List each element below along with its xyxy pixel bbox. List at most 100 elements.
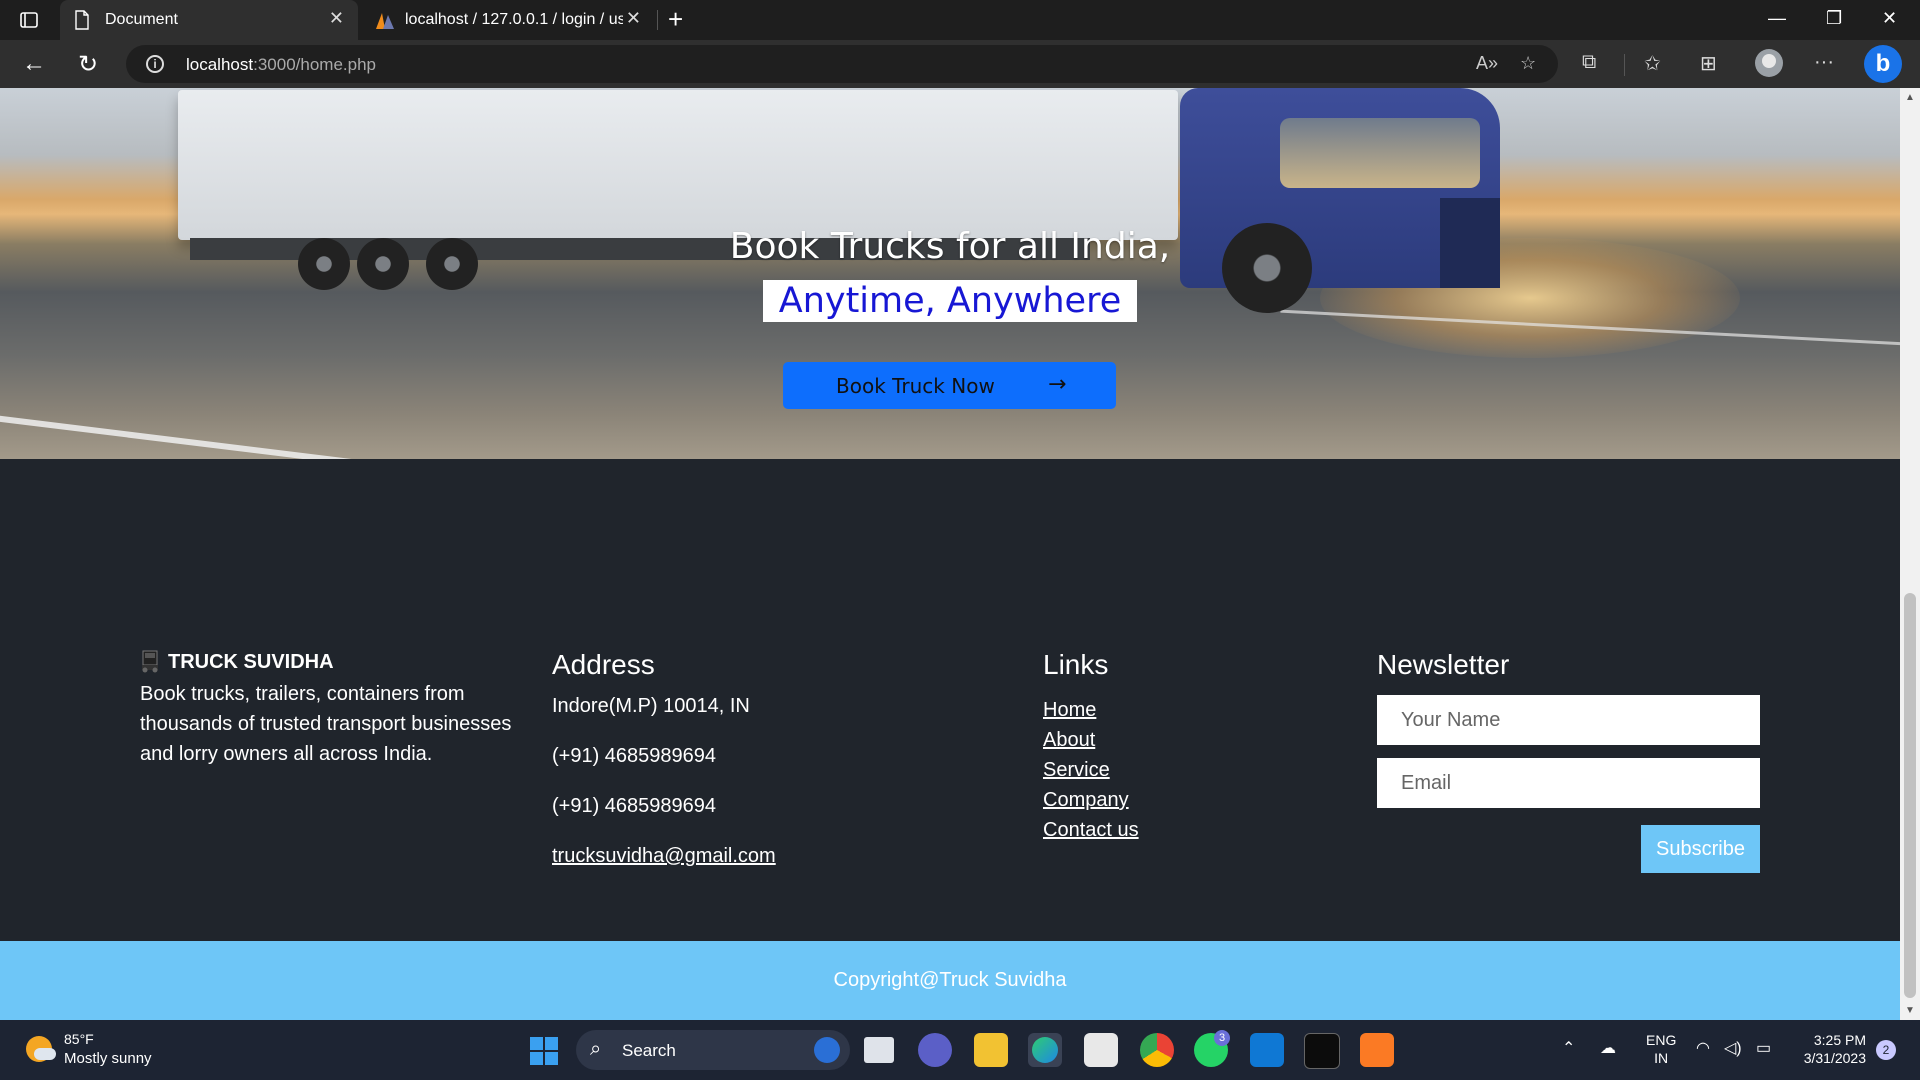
taskbar-search[interactable]: ⌕ Search xyxy=(576,1030,850,1070)
tab-title: Document xyxy=(105,11,178,28)
toolbar-separator xyxy=(1624,54,1625,76)
new-tab-icon[interactable]: + xyxy=(668,4,683,35)
address-bar[interactable]: i localhost:3000/home.php A» ☆ xyxy=(126,45,1558,83)
scrollbar-thumb[interactable] xyxy=(1904,593,1916,998)
copyright-bar: Copyright@Truck Suvidha xyxy=(0,941,1900,1020)
clock-date: 3/31/2023 xyxy=(1803,1050,1866,1066)
volume-icon[interactable]: ◁) xyxy=(1724,1038,1742,1058)
restore-icon[interactable]: ❐ xyxy=(1826,8,1842,29)
footer-links: Links Home About Service Company Contact… xyxy=(1043,649,1139,845)
copyright-text: Copyright@Truck Suvidha xyxy=(833,969,1067,991)
scroll-up-icon[interactable]: ▲ xyxy=(1905,92,1915,103)
close-icon[interactable]: ✕ xyxy=(329,8,344,29)
hero-title: Book Trucks for all India, xyxy=(729,226,1171,267)
scroll-down-icon[interactable]: ▼ xyxy=(1905,1005,1915,1016)
chevron-up-icon[interactable]: ⌃ xyxy=(1562,1038,1575,1058)
tab-separator xyxy=(657,10,658,30)
truck-trailer-image xyxy=(178,90,1178,240)
more-options-icon[interactable]: ··· xyxy=(1814,51,1834,74)
window-close-icon[interactable]: ✕ xyxy=(1882,8,1897,29)
chrome-icon[interactable] xyxy=(1140,1033,1174,1067)
address-heading: Address xyxy=(552,649,655,680)
link-company[interactable]: Company xyxy=(1043,785,1139,815)
email-link[interactable]: trucksuvidha@gmail.com xyxy=(552,845,776,867)
truck-logo-icon xyxy=(142,650,158,673)
brand-description: Book trucks, trailers, containers from t… xyxy=(140,683,512,765)
link-about[interactable]: About xyxy=(1043,725,1139,755)
favorites-icon[interactable]: ✩ xyxy=(1644,51,1661,76)
email-input[interactable] xyxy=(1377,758,1760,808)
refresh-icon[interactable]: ↻ xyxy=(78,50,98,79)
whatsapp-badge: 3 xyxy=(1214,1030,1230,1046)
truck-window-image xyxy=(1280,118,1480,188)
footer-newsletter: Newsletter Subscribe xyxy=(1377,649,1760,873)
address-phone: (+91) 4685989694 xyxy=(552,745,717,767)
close-icon[interactable]: ✕ xyxy=(626,8,641,29)
address-location: Indore(M.P) 10014, IN xyxy=(552,695,750,717)
phpmyadmin-icon xyxy=(376,13,394,29)
newsletter-heading: Newsletter xyxy=(1377,649,1510,680)
clock-time: 3:25 PM xyxy=(1813,1032,1866,1048)
hero-subtitle: Anytime, Anywhere xyxy=(763,280,1137,322)
arrow-right-icon: → xyxy=(1048,372,1067,397)
bing-copilot-icon[interactable]: b xyxy=(1864,45,1902,83)
page-viewport: Book Trucks for all India, Anytime, Anyw… xyxy=(0,88,1900,1020)
microsoft-store-icon[interactable] xyxy=(1084,1033,1118,1067)
footer-brand: TRUCK SUVIDHA Book trucks, trailers, con… xyxy=(140,649,520,769)
brand-title: TRUCK SUVIDHA xyxy=(140,649,520,677)
name-input[interactable] xyxy=(1377,695,1760,745)
read-aloud-icon[interactable]: A» xyxy=(1476,53,1498,74)
vscode-icon[interactable] xyxy=(1250,1033,1284,1067)
weather-condition[interactable]: Mostly sunny xyxy=(64,1050,152,1067)
browser-tab-bar: Document ✕ localhost / 127.0.0.1 / login… xyxy=(0,0,1920,40)
link-home[interactable]: Home xyxy=(1043,695,1139,725)
book-truck-label: Book Truck Now xyxy=(836,374,995,398)
url-text: localhost:3000/home.php xyxy=(186,55,376,74)
tab-phpmyadmin[interactable]: localhost / 127.0.0.1 / login / use ✕ xyxy=(360,0,655,40)
windows-taskbar: 85°F Mostly sunny ⌕ Search 3 ⌃ ☁ ENG IN … xyxy=(0,1020,1920,1080)
book-truck-button[interactable]: Book Truck Now → xyxy=(783,362,1116,409)
page-scrollbar[interactable]: ▲ ▼ xyxy=(1900,88,1920,1020)
bing-icon xyxy=(814,1037,840,1063)
weather-icon[interactable] xyxy=(26,1036,56,1062)
link-service[interactable]: Service xyxy=(1043,755,1139,785)
document-icon xyxy=(75,10,89,30)
footer-address: Address Indore(M.P) 10014, IN (+91) 4685… xyxy=(552,649,776,895)
search-icon: ⌕ xyxy=(590,1038,602,1060)
terminal-icon[interactable] xyxy=(1304,1033,1340,1069)
tab-title: localhost / 127.0.0.1 / login / use xyxy=(405,11,623,28)
language-code: ENG xyxy=(1646,1032,1677,1048)
tab-document[interactable]: Document ✕ xyxy=(60,0,358,40)
notification-badge[interactable]: 2 xyxy=(1876,1040,1896,1060)
links-heading: Links xyxy=(1043,649,1109,680)
file-explorer-icon[interactable] xyxy=(974,1033,1008,1067)
windows-start-icon[interactable] xyxy=(530,1037,558,1065)
extensions-icon[interactable]: ⧉ xyxy=(1582,51,1596,74)
xampp-icon[interactable] xyxy=(1360,1033,1394,1067)
edge-browser-icon[interactable] xyxy=(1028,1033,1062,1067)
address-phone: (+91) 4685989694 xyxy=(552,795,717,817)
back-icon[interactable]: ← xyxy=(22,50,46,78)
weather-temperature[interactable]: 85°F xyxy=(64,1031,94,1047)
tab-actions-icon[interactable] xyxy=(18,9,40,31)
language-indicator[interactable]: ENG IN xyxy=(1646,1031,1676,1067)
hero-banner: Book Trucks for all India, Anytime, Anyw… xyxy=(0,88,1900,583)
battery-icon[interactable]: ▭ xyxy=(1756,1038,1771,1058)
subscribe-button[interactable]: Subscribe xyxy=(1641,825,1760,873)
collections-icon[interactable]: ⊞ xyxy=(1700,51,1717,76)
wifi-icon[interactable]: ◠ xyxy=(1696,1038,1710,1058)
onedrive-icon[interactable]: ☁ xyxy=(1600,1038,1616,1058)
brand-name: TRUCK SUVIDHA xyxy=(168,651,334,673)
add-favorite-icon[interactable]: ☆ xyxy=(1520,53,1536,74)
link-contact-us[interactable]: Contact us xyxy=(1043,815,1139,845)
profile-avatar[interactable] xyxy=(1755,49,1783,77)
minimize-icon[interactable]: — xyxy=(1768,8,1786,29)
site-footer: TRUCK SUVIDHA Book trucks, trailers, con… xyxy=(0,459,1900,941)
system-clock[interactable]: 3:25 PM 3/31/2023 xyxy=(1796,1031,1866,1067)
search-label: Search xyxy=(622,1041,676,1060)
region-code: IN xyxy=(1654,1050,1669,1066)
task-view-icon[interactable] xyxy=(864,1037,894,1063)
teams-chat-icon[interactable] xyxy=(918,1033,952,1067)
browser-toolbar: ← ↻ i localhost:3000/home.php A» ☆ ⧉ ✩ ⊞… xyxy=(0,40,1920,88)
info-icon[interactable]: i xyxy=(146,55,164,73)
